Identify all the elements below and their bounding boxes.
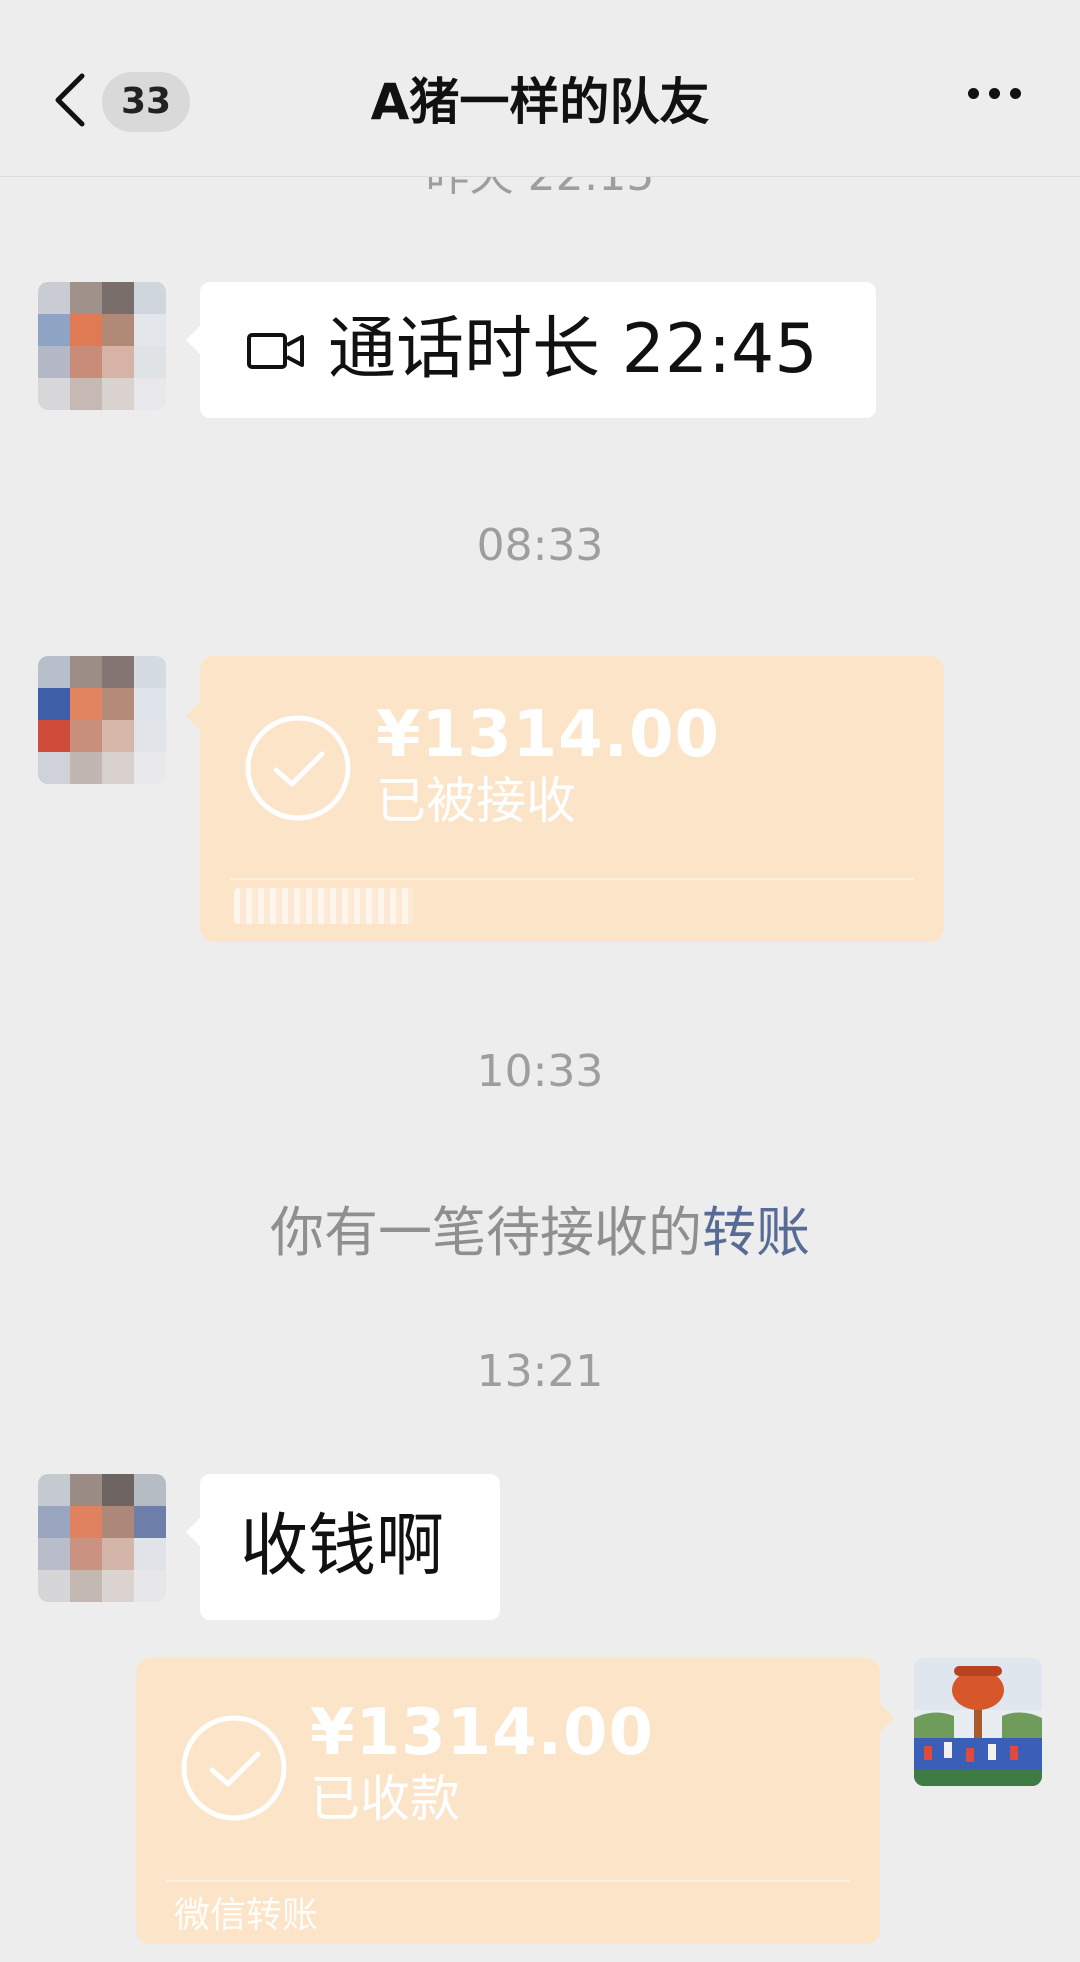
wechat-transfer-label: 微信转账 <box>174 1895 319 1936</box>
contact-avatar[interactable] <box>38 282 166 410</box>
chat-header: 33 A猪一样的队友 <box>0 0 1080 177</box>
transfer-amount: ¥1314.00 <box>376 698 721 772</box>
check-circle-icon <box>181 1715 287 1821</box>
chevron-left-icon <box>55 73 85 127</box>
more-dot-icon <box>968 88 979 99</box>
back-button[interactable] <box>50 70 90 130</box>
text-message-bubble[interactable]: 收钱啊 <box>186 1474 500 1620</box>
transfer-status: 已被接收 <box>376 772 576 830</box>
more-dot-icon <box>1010 88 1021 99</box>
call-duration-text: 通话时长 22:45 <box>328 310 818 389</box>
transfer-card-received[interactable]: ¥1314.00 已被接收 <box>186 656 944 942</box>
more-options-button[interactable] <box>968 84 1030 120</box>
avatar-photo <box>914 1658 1042 1786</box>
timestamp: 13:21 <box>476 1346 604 1397</box>
card-divider <box>230 878 914 880</box>
contact-avatar[interactable] <box>38 656 166 784</box>
pending-transfer-notice: 你有一笔待接收的转账 <box>0 1200 1080 1266</box>
transfer-card-collected[interactable]: ¥1314.00 已收款 微信转账 <box>136 1658 894 1944</box>
notice-text: 你有一笔待接收的 <box>270 1201 702 1264</box>
chat-title: A猪一样的队友 <box>370 73 710 131</box>
call-record-bubble[interactable]: 通话时长 22:45 <box>186 282 876 418</box>
timestamp: 08:33 <box>476 520 604 571</box>
message-text: 收钱啊 <box>240 1507 445 1586</box>
transfer-status: 已收款 <box>310 1770 460 1828</box>
timestamp: 10:33 <box>476 1046 604 1097</box>
contact-avatar[interactable] <box>38 1474 166 1602</box>
my-avatar[interactable] <box>914 1658 1042 1786</box>
more-dot-icon <box>989 88 1000 99</box>
transfer-link[interactable]: 转账 <box>702 1201 810 1264</box>
card-divider <box>166 1880 850 1882</box>
blurred-footer-label <box>234 888 414 924</box>
unread-count-badge[interactable]: 33 <box>102 72 190 132</box>
video-camera-icon <box>247 333 304 369</box>
transfer-amount: ¥1314.00 <box>310 1696 655 1770</box>
check-circle-icon <box>245 715 351 821</box>
